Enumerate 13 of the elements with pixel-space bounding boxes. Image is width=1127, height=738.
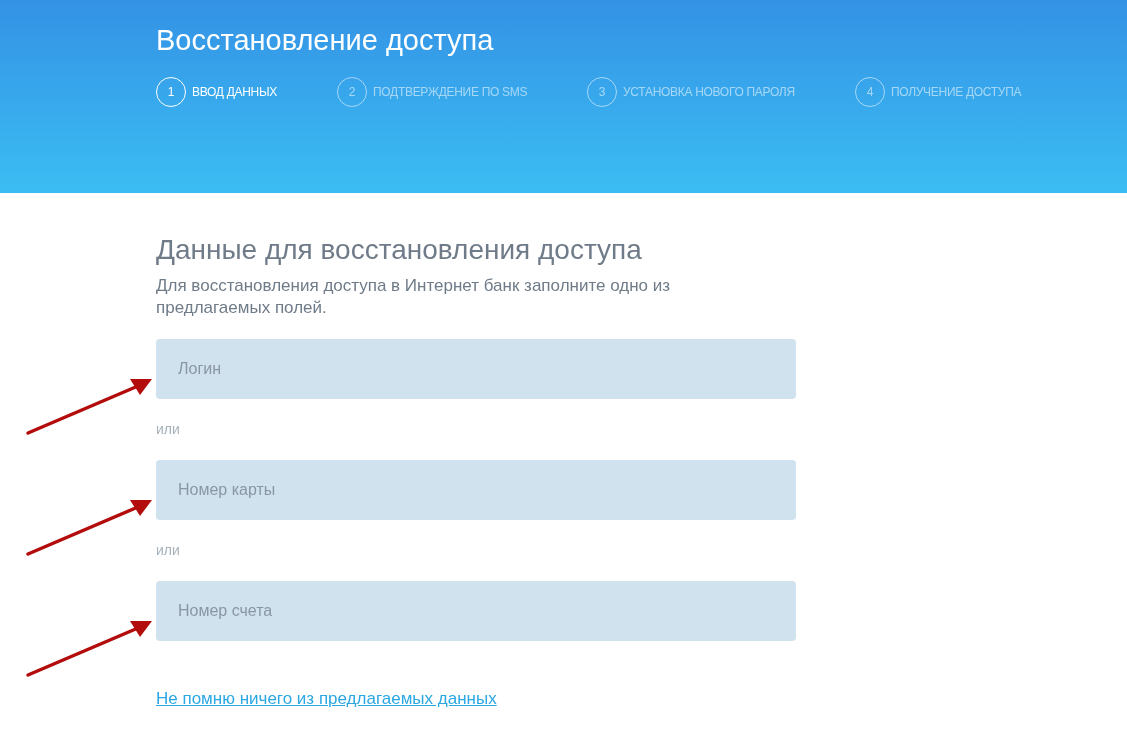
form-heading: Данные для восстановления доступа [156,233,643,267]
step-label: ВВОД ДАННЫХ [192,85,277,99]
form-description: Для восстановления доступа в Интернет банк заполните одно из предлагаемых полей. [156,275,672,319]
page-title: Восстановление доступа [156,23,495,58]
separator-text: или [156,541,180,560]
input-field[interactable]: Номер счета [156,581,796,641]
step-label: ПОДТВЕРЖДЕНИЕ ПО SMS [373,85,528,99]
step-label: ПОЛУЧЕНИЕ ДОСТУПА [891,85,1022,99]
input-field[interactable]: Номер карты [156,460,796,520]
forgot-link[interactable]: Не помню ничего из предлагаемых данных [156,689,497,709]
step-label: УСТАНОВКА НОВОГО ПАРОЛЯ [623,85,795,99]
input-field[interactable]: Логин [156,339,796,399]
separator-text: или [156,420,180,439]
